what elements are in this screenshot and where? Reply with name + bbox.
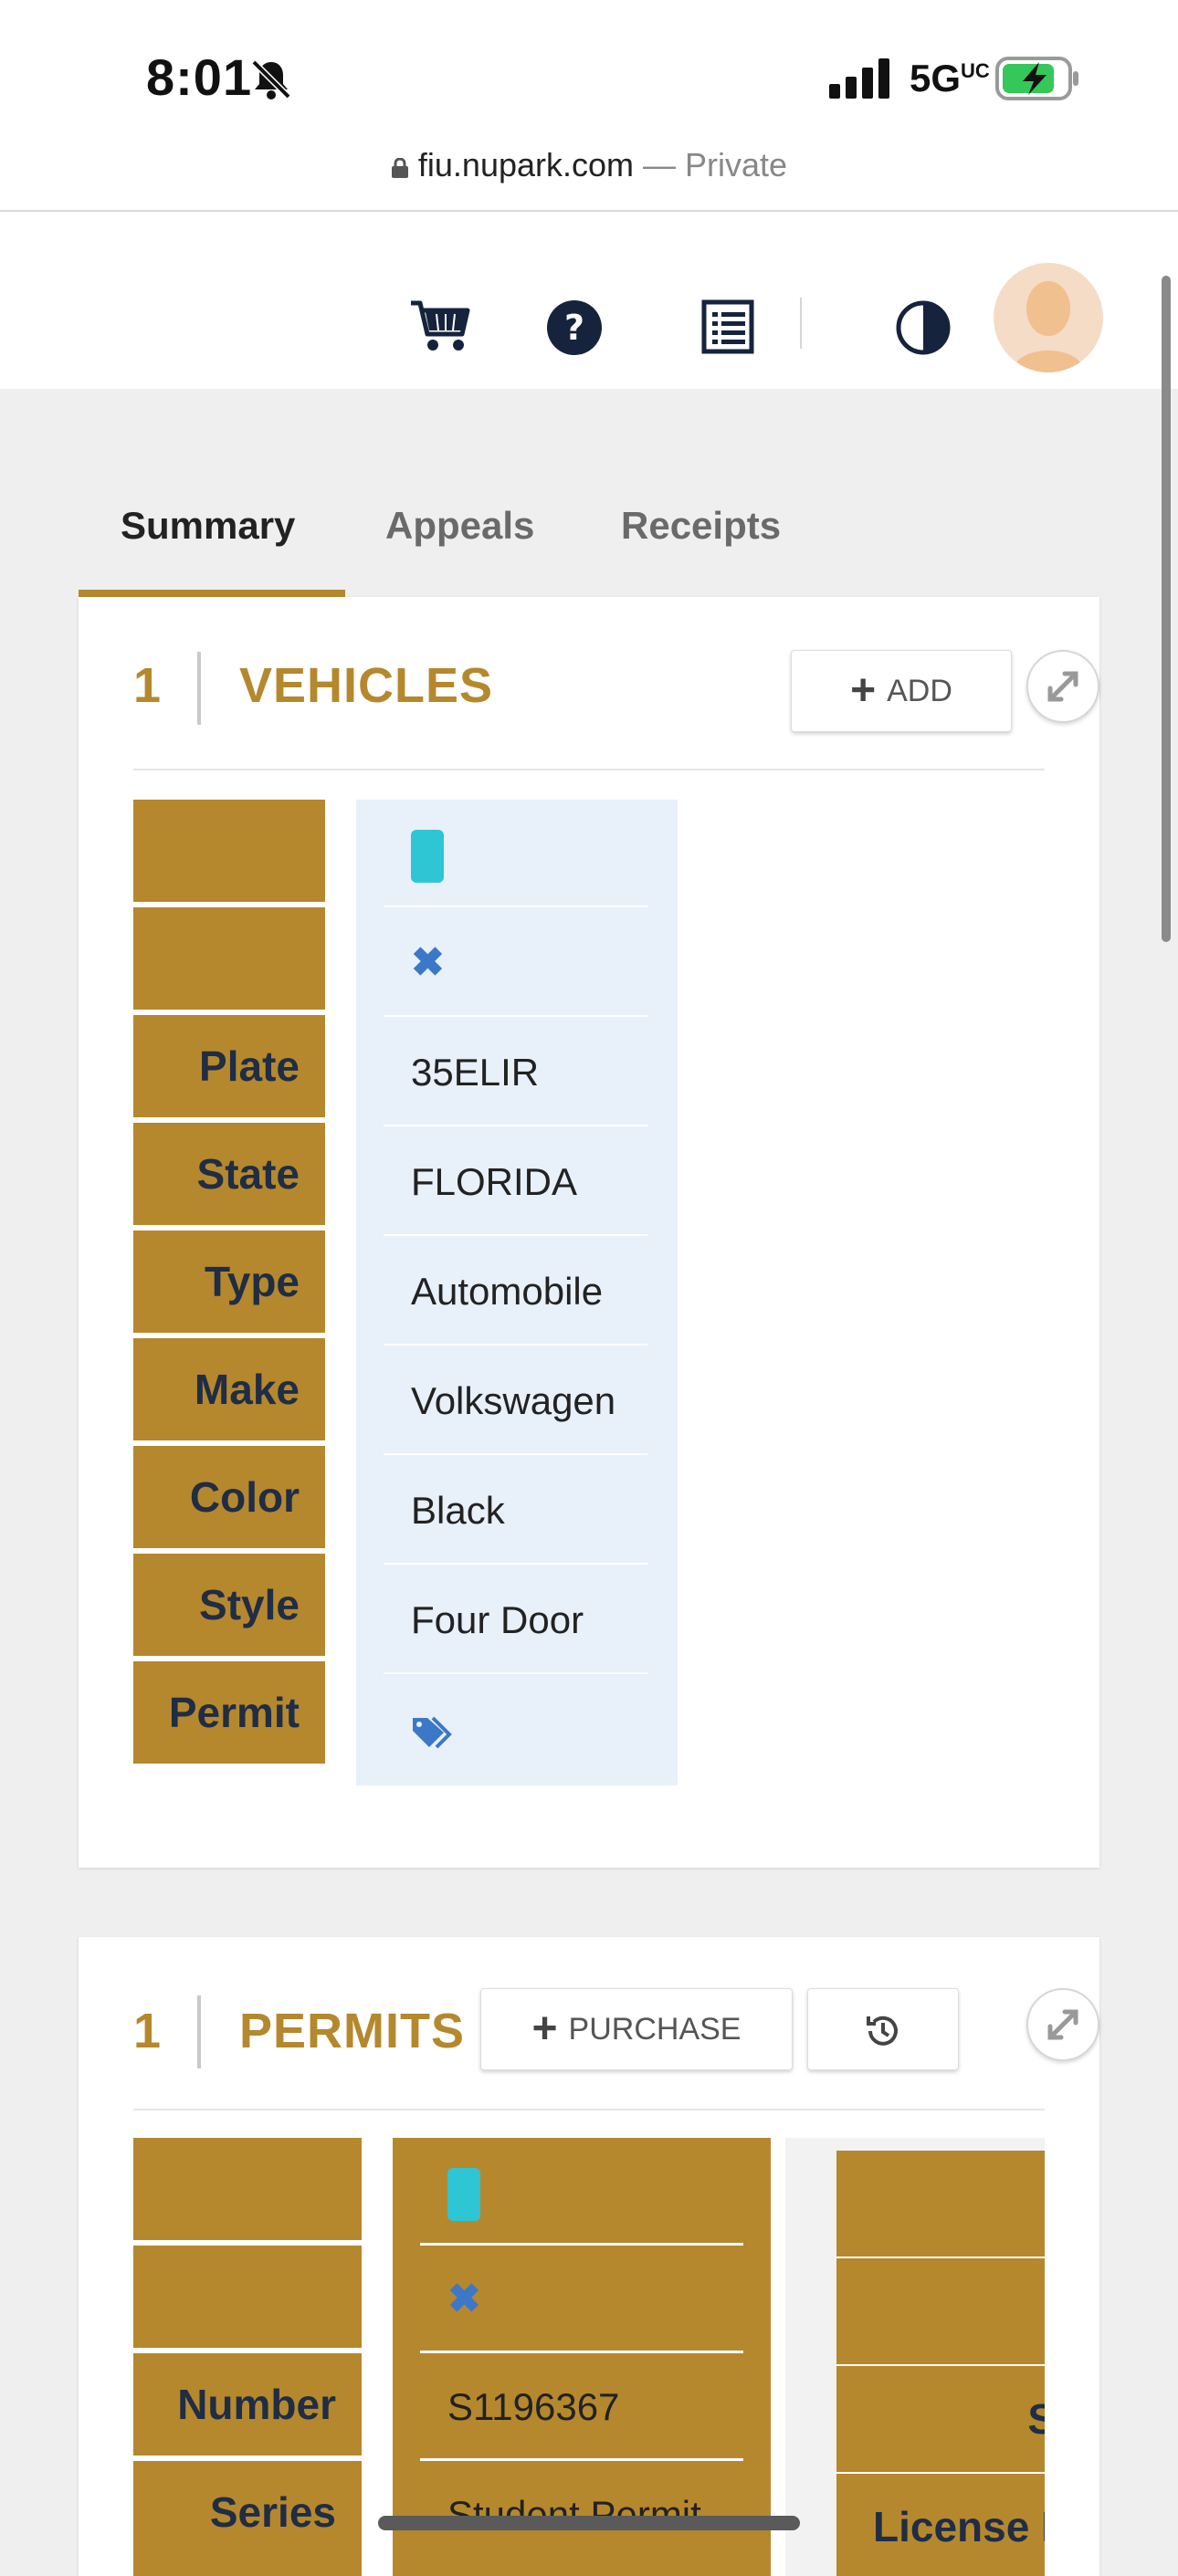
status-bar: 8:01 5GUC fiu.nupark.com — Private [0, 0, 1178, 212]
permit-label-blank [133, 2138, 362, 2240]
add-vehicle-button[interactable]: + ADD [791, 650, 1012, 732]
list-icon[interactable] [701, 299, 754, 354]
header-divider [197, 652, 201, 725]
permit-column: ✖ S1196367 Student Permit [393, 2138, 771, 2576]
detail-cell [836, 2258, 1045, 2367]
color-swatch [447, 2167, 480, 2221]
address-bar[interactable]: fiu.nupark.com — Private [0, 146, 1178, 184]
help-icon[interactable]: ? [546, 299, 603, 356]
history-icon [867, 2016, 898, 2046]
color-swatch [411, 829, 444, 883]
vehicle-state: FLORIDA [384, 1128, 648, 1236]
vehicle-permit-link[interactable] [384, 1676, 648, 1784]
expand-permits-button[interactable] [1026, 1988, 1099, 2061]
close-icon: ✖ [411, 940, 445, 985]
detail-label-license: License P [836, 2474, 1045, 2576]
url-domain: fiu.nupark.com [417, 146, 635, 183]
permits-header: 1 PERMITS + PURCHASE [133, 1937, 1099, 2110]
remove-permit-button[interactable]: ✖ [420, 2246, 743, 2353]
vehicle-make: Volkswagen [384, 1347, 648, 1455]
permit-label-series: Series [133, 2461, 362, 2576]
permits-title: PERMITS [239, 2004, 466, 2058]
vehicle-label-blank [133, 907, 325, 1010]
vehicles-card: 1 VEHICLES + ADD Plate State Type Make Co… [79, 597, 1099, 1868]
url-separator: — [634, 146, 686, 183]
contrast-icon[interactable] [895, 299, 952, 356]
expand-icon [1047, 2009, 1078, 2040]
permit-number: S1196367 [420, 2353, 743, 2461]
scrollbar[interactable] [1162, 276, 1171, 942]
active-tab-indicator [79, 590, 345, 597]
vehicle-label-state: State [133, 1123, 325, 1225]
tags-icon [413, 1716, 452, 1749]
detail-cell [836, 2151, 1045, 2259]
tab-receipts[interactable]: Receipts [621, 493, 781, 595]
vehicle-label-plate: Plate [133, 1015, 325, 1117]
signal-icon [829, 58, 889, 99]
vehicle-label-color: Color [133, 1446, 325, 1548]
header-divider [800, 298, 802, 349]
permit-history-button[interactable] [807, 1988, 959, 2070]
vehicle-color: Black [384, 1457, 648, 1565]
user-silhouette-icon [1012, 281, 1085, 372]
tab-appeals[interactable]: Appeals [385, 493, 534, 595]
home-indicator [378, 2516, 800, 2530]
vehicles-count: 1 [133, 658, 162, 713]
private-label: Private [685, 146, 788, 183]
vehicle-column: ✖ 35ELIR FLORIDA Automobile Volkswagen B… [356, 800, 678, 1785]
clock: 8:01 [146, 48, 253, 106]
vehicle-style: Four Door [384, 1566, 648, 1674]
avatar[interactable] [994, 263, 1103, 372]
plus-icon: + [531, 2005, 558, 2053]
permits-count: 1 [133, 2004, 162, 2058]
vehicle-label-blank [133, 800, 325, 902]
expand-vehicles-button[interactable] [1026, 650, 1099, 723]
svg-text:?: ? [564, 308, 584, 348]
permit-series: Student Permit [447, 2493, 701, 2536]
vehicle-label-type: Type [133, 1230, 325, 1333]
bell-off-icon [251, 59, 291, 99]
vehicles-title: VEHICLES [239, 658, 494, 713]
vehicle-label-permit: Permit [133, 1661, 325, 1764]
vehicle-plate: 35ELIR [384, 1019, 648, 1126]
detail-label-partial: S [836, 2366, 1045, 2475]
expand-icon [1047, 671, 1078, 702]
lock-icon [391, 158, 408, 178]
permit-label-blank [133, 2246, 362, 2348]
permit-label-number: Number [133, 2353, 362, 2456]
cart-icon[interactable] [409, 298, 471, 354]
remove-vehicle-button[interactable]: ✖ [384, 909, 648, 1017]
vehicle-type: Automobile [384, 1238, 648, 1346]
network-label: 5GUC [910, 57, 990, 99]
permit-color-chip [420, 2138, 743, 2246]
close-icon: ✖ [447, 2277, 481, 2321]
plus-icon: + [850, 666, 877, 715]
tab-summary[interactable]: Summary [121, 493, 295, 595]
permits-card: 1 PERMITS + PURCHASE Number Series ✖ S119… [79, 1937, 1099, 2576]
vehicle-label-style: Style [133, 1554, 325, 1656]
vehicles-header: 1 VEHICLES + ADD [133, 597, 1099, 770]
vehicle-label-make: Make [133, 1338, 325, 1440]
vehicle-color-chip [384, 800, 648, 907]
header-divider [197, 1995, 201, 2068]
battery-charging-icon [995, 57, 1078, 100]
purchase-permit-button[interactable]: + PURCHASE [480, 1988, 793, 2070]
permit-details-column: S License P [785, 2138, 1045, 2576]
